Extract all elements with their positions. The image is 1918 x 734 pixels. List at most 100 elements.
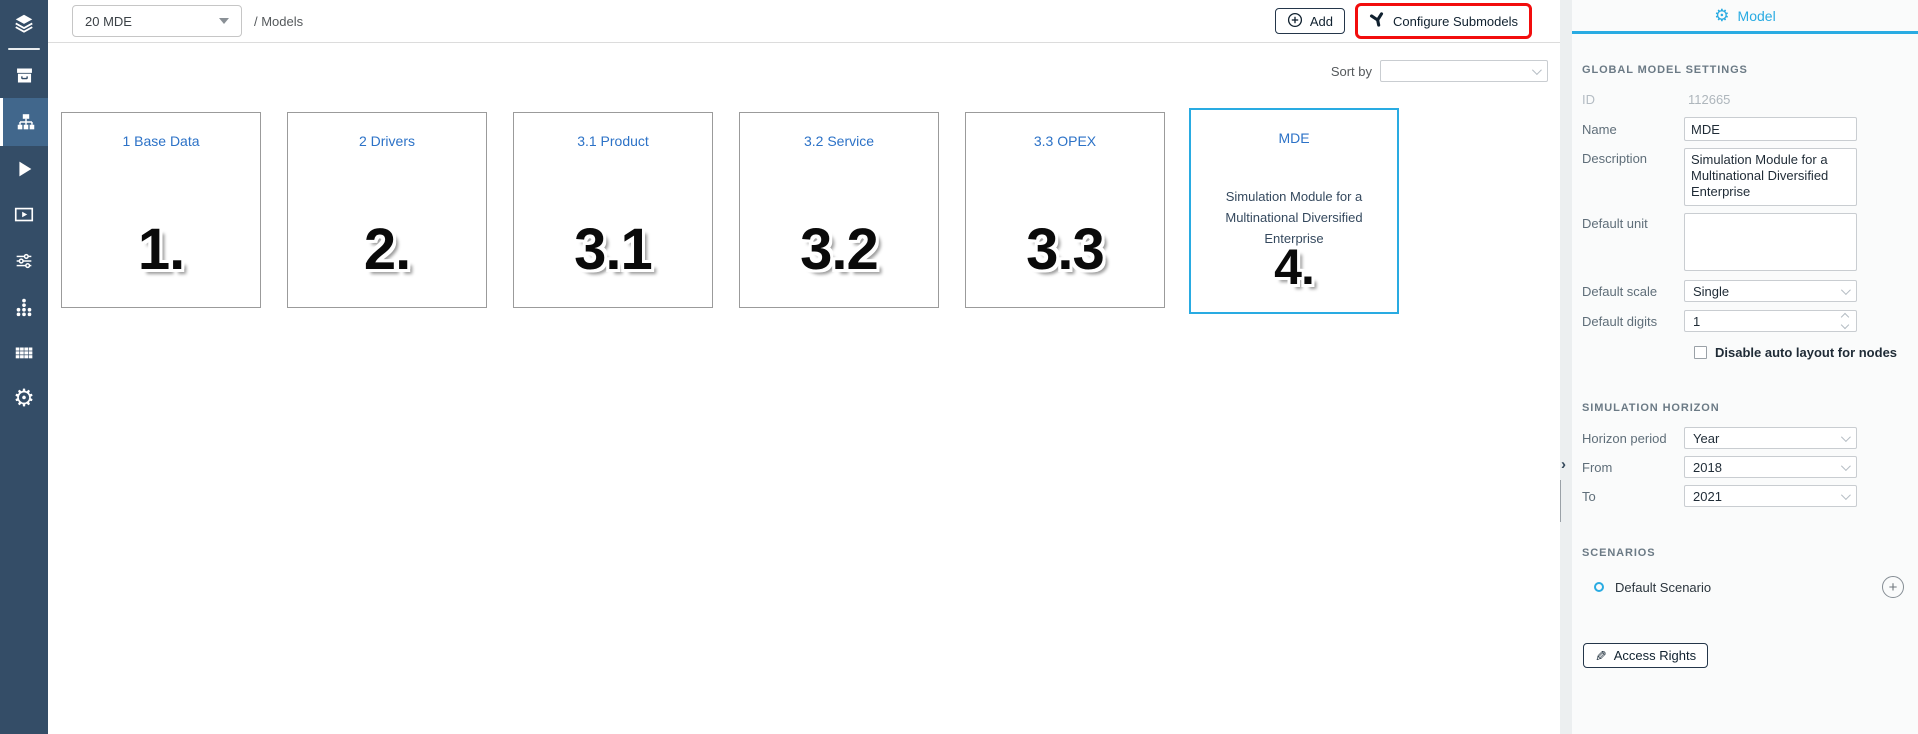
card-number: 3.1 [514, 216, 712, 283]
add-circle-plus-icon [1287, 12, 1303, 31]
sort-by-select[interactable] [1380, 60, 1548, 82]
card-number: 3.2 [740, 216, 938, 283]
sidebar-divider [8, 48, 40, 50]
pencil-icon: ✎ [1595, 649, 1607, 663]
field-row-horizon-period: Horizon period Year [1582, 427, 1918, 449]
access-rights-button[interactable]: ✎ Access Rights [1583, 643, 1708, 668]
card-title: 3.2 Service [740, 133, 938, 149]
sliders-icon [13, 250, 35, 272]
disable-auto-layout-checkbox[interactable] [1694, 346, 1707, 359]
gear-icon: ⚙ [13, 387, 35, 411]
from-label: From [1582, 460, 1684, 475]
gear-icon: ⚙ [1714, 7, 1729, 24]
spinner-icons [1842, 314, 1848, 328]
splitter-handle-line [1560, 480, 1561, 522]
sidebar: ⚙ [0, 0, 48, 734]
scenario-list-item[interactable]: Default Scenario + [1582, 576, 1918, 598]
model-settings-panel: ⚙ Model GLOBAL MODEL SETTINGS ID 112665 … [1572, 0, 1918, 734]
annotation-highlight-box: Configure Submodels [1355, 3, 1532, 39]
workspace-select-value: 20 MDE [85, 14, 132, 29]
workspace-select[interactable]: 20 MDE [72, 5, 242, 37]
card-title: 2 Drivers [288, 133, 486, 149]
sidebar-item-node-tree[interactable] [0, 284, 48, 330]
sidebar-item-presentations[interactable] [0, 192, 48, 238]
from-year-select[interactable]: 2018 [1684, 456, 1857, 478]
sidebar-item-tables[interactable] [0, 330, 48, 376]
description-textarea[interactable]: Simulation Module for a Multinational Di… [1684, 148, 1857, 206]
description-label: Description [1582, 148, 1684, 166]
sidebar-item-models[interactable] [0, 98, 48, 146]
breadcrumb: / Models [254, 14, 303, 29]
configure-submodels-label: Configure Submodels [1393, 14, 1518, 29]
field-row-to: To 2021 [1582, 485, 1918, 507]
panel-splitter[interactable]: › [1560, 0, 1572, 734]
disable-auto-layout-label: Disable auto layout for nodes [1715, 345, 1897, 360]
section-scenarios: SCENARIOS [1582, 547, 1918, 559]
chevron-down-icon [1841, 461, 1851, 471]
field-row-name: Name [1582, 117, 1918, 141]
topbar: 20 MDE / Models Add [48, 0, 1560, 43]
chevron-down-icon [1841, 285, 1851, 295]
submodels-branch-icon [1369, 11, 1386, 31]
model-card-mde-selected[interactable]: MDE Simulation Module for a Multinationa… [1189, 108, 1399, 314]
configure-submodels-button[interactable]: Configure Submodels [1361, 8, 1526, 34]
layers-icon [13, 12, 35, 34]
card-number: 2. [288, 216, 486, 283]
access-rights-label: Access Rights [1614, 648, 1696, 663]
add-button[interactable]: Add [1275, 8, 1345, 34]
sidebar-item-settings-sliders[interactable] [0, 238, 48, 284]
spinner-down-icon[interactable] [1841, 321, 1849, 329]
chevron-down-icon [1841, 432, 1851, 442]
name-label: Name [1582, 122, 1684, 137]
panel-tab-model[interactable]: ⚙ Model [1572, 0, 1918, 34]
default-scale-select[interactable]: Single [1684, 280, 1857, 302]
field-row-description: Description Simulation Module for a Mult… [1582, 148, 1918, 206]
add-button-label: Add [1310, 14, 1333, 29]
default-unit-textarea[interactable] [1684, 213, 1857, 271]
default-scale-label: Default scale [1582, 284, 1684, 299]
to-label: To [1582, 489, 1684, 504]
caret-down-icon [219, 18, 229, 24]
sidebar-item-workspaces[interactable] [0, 0, 48, 46]
model-card-drivers[interactable]: 2 Drivers 2. [287, 112, 487, 308]
collapse-panel-chevron-icon[interactable]: › [1561, 456, 1566, 473]
default-digits-label: Default digits [1582, 314, 1684, 329]
grid-icon [13, 342, 35, 364]
model-card-opex[interactable]: 3.3 OPEX 3.3 [965, 112, 1165, 308]
add-scenario-button[interactable]: + [1882, 576, 1904, 598]
horizon-period-select[interactable]: Year [1684, 427, 1857, 449]
app-window: ⚙ 20 MDE / Models Add [0, 0, 1918, 734]
id-value: 112665 [1684, 92, 1730, 107]
field-row-from: From 2018 [1582, 456, 1918, 478]
auto-layout-row: Disable auto layout for nodes [1694, 345, 1918, 360]
field-row-default-digits: Default digits 1 [1582, 310, 1918, 332]
sidebar-item-run[interactable] [0, 146, 48, 192]
card-title: MDE [1191, 130, 1397, 146]
default-digits-stepper[interactable]: 1 [1684, 310, 1857, 332]
main-area: 20 MDE / Models Add [48, 0, 1560, 734]
model-card-base-data[interactable]: 1 Base Data 1. [61, 112, 261, 308]
id-label: ID [1582, 92, 1684, 107]
to-year-select[interactable]: 2021 [1684, 485, 1857, 507]
card-title: 3.3 OPEX [966, 133, 1164, 149]
card-number: 4. [1191, 238, 1397, 296]
chevron-down-icon [1532, 65, 1542, 75]
models-content: Sort by 1 Base Data 1. 2 Drivers 2. 3.1 … [48, 60, 1560, 314]
card-number: 3.3 [966, 216, 1164, 283]
default-unit-label: Default unit [1582, 213, 1684, 231]
chevron-down-icon [1841, 490, 1851, 500]
panel-title: Model [1738, 8, 1776, 24]
card-title: 3.1 Product [514, 133, 712, 149]
models-hierarchy-icon [15, 111, 37, 133]
horizon-period-label: Horizon period [1582, 431, 1684, 446]
sidebar-item-admin[interactable]: ⚙ [0, 376, 48, 422]
model-card-product[interactable]: 3.1 Product 3.1 [513, 112, 713, 308]
model-cards-row: 1 Base Data 1. 2 Drivers 2. 3.1 Product … [61, 112, 1548, 314]
archive-icon [14, 65, 35, 86]
model-card-service[interactable]: 3.2 Service 3.2 [739, 112, 939, 308]
presentation-icon [13, 204, 35, 226]
name-input[interactable] [1684, 117, 1857, 141]
section-global-model-settings: GLOBAL MODEL SETTINGS [1582, 64, 1918, 76]
card-title: 1 Base Data [62, 133, 260, 149]
sidebar-item-archive[interactable] [0, 52, 48, 98]
